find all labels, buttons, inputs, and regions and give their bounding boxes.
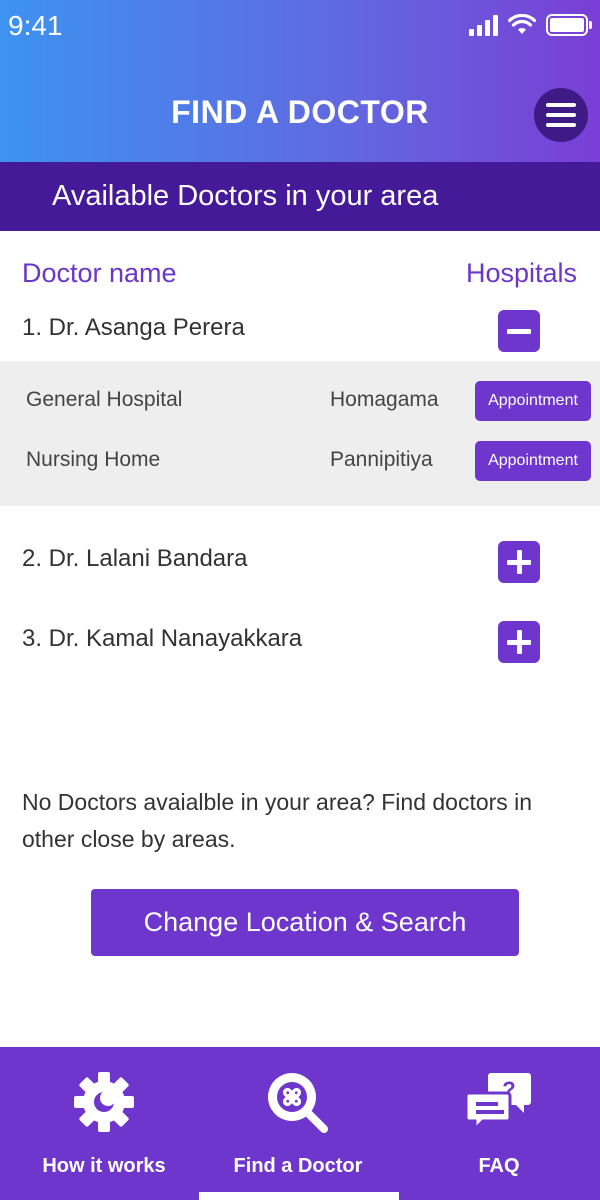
hospitals-column-header: Hospitals [465, 258, 577, 288]
active-tab-indicator [199, 1192, 399, 1200]
hospital-name: General Hospital [26, 388, 183, 411]
doctor-name: 1. Dr. Asanga Perera [22, 314, 245, 341]
doctor-row: 3. Dr. Kamal Nanayakkara [0, 611, 600, 671]
status-time: 9:41 [8, 10, 63, 41]
appointment-button[interactable]: Appointment [475, 441, 591, 481]
hospital-list-panel: General Hospital Homagama Appointment Nu… [0, 361, 600, 506]
wifi-icon [508, 14, 536, 34]
hospital-row: Nursing Home Pannipitiya Appointment [0, 441, 600, 481]
gear-icon [74, 1072, 134, 1132]
no-doctors-note: No Doctors avaialble in your area? Find … [22, 789, 533, 852]
doctor-name: 2. Dr. Lalani Bandara [22, 545, 248, 572]
hospital-location: Homagama [330, 388, 439, 411]
hamburger-menu-icon[interactable] [534, 88, 588, 142]
doctor-name-column-header: Doctor name [22, 258, 177, 288]
hospital-location: Pannipitiya [330, 448, 433, 471]
expand-button[interactable] [498, 621, 540, 663]
doctor-search-icon [268, 1073, 328, 1133]
page-title: FIND A DOCTOR [171, 94, 429, 130]
bottom-nav: How it works Find a Doctor ? FAQ [0, 1047, 600, 1200]
faq-chat-icon: ? [466, 1073, 531, 1133]
area-banner: Available Doctors in your area [0, 162, 600, 231]
nav-label: Find a Doctor [233, 1155, 363, 1177]
doctor-row: 1. Dr. Asanga Perera [0, 300, 600, 360]
nav-label: How it works [42, 1155, 166, 1177]
status-icons [469, 14, 592, 36]
doctor-name: 3. Dr. Kamal Nanayakkara [22, 625, 303, 652]
hospital-name: Nursing Home [26, 448, 161, 471]
minus-icon [507, 328, 531, 334]
doctor-row: 2. Dr. Lalani Bandara [0, 531, 600, 591]
hospital-row: General Hospital Homagama Appointment [0, 381, 600, 421]
collapse-button[interactable] [498, 310, 540, 352]
signal-icon [469, 14, 498, 36]
expand-button[interactable] [498, 541, 540, 583]
nav-how-it-works[interactable]: How it works [4, 1047, 204, 1200]
nav-faq[interactable]: ? FAQ [399, 1047, 599, 1200]
change-location-button[interactable]: Change Location & Search [91, 889, 519, 956]
battery-icon [546, 14, 592, 36]
nav-label: FAQ [478, 1155, 520, 1177]
nav-find-a-doctor[interactable]: Find a Doctor [198, 1047, 398, 1200]
app-header: 9:41 FIND A DOCTOR [0, 0, 600, 162]
appointment-button[interactable]: Appointment [475, 381, 591, 421]
